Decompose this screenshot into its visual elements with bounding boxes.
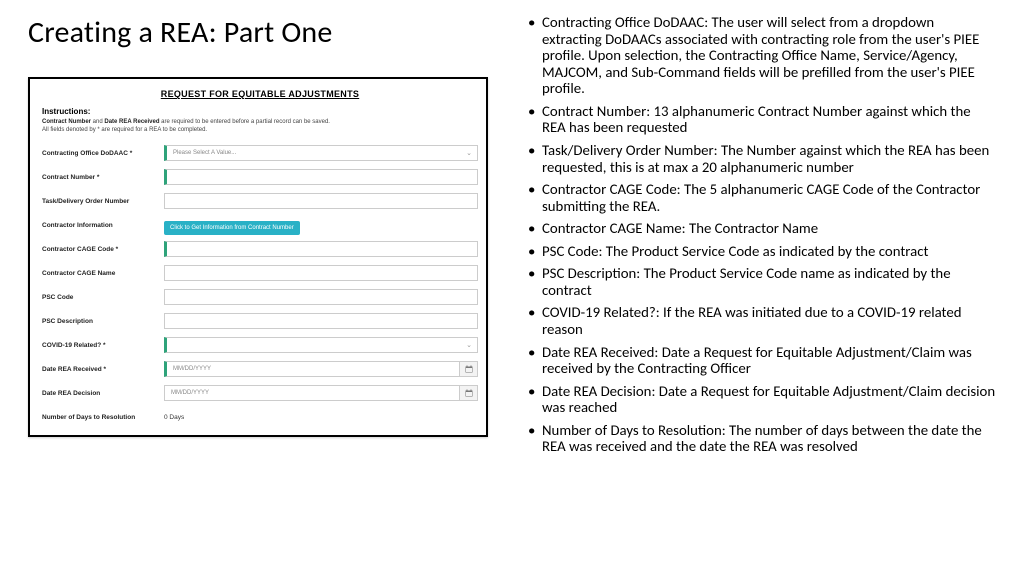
- bullet-list: Contracting Office DoDAAC: The user will…: [526, 14, 996, 455]
- list-item: PSC Code: The Product Service Code as in…: [526, 243, 996, 260]
- list-item: PSC Description: The Product Service Cod…: [526, 265, 996, 298]
- chevron-down-icon: ⌄: [466, 341, 472, 349]
- label-days: Number of Days to Resolution: [42, 414, 164, 421]
- instructions-label: Instructions:: [42, 107, 478, 116]
- page-title: Creating a REA: Part One: [28, 14, 498, 51]
- form-heading: REQUEST FOR EQUITABLE ADJUSTMENTS: [42, 89, 478, 99]
- input-psc[interactable]: [164, 289, 478, 305]
- list-item: Number of Days to Resolution: The number…: [526, 422, 996, 455]
- calendar-button-decision[interactable]: [460, 385, 478, 401]
- get-info-button[interactable]: Click to Get Information from Contract N…: [164, 221, 300, 235]
- list-item: Date REA Received: Date a Request for Eq…: [526, 344, 996, 377]
- input-task[interactable]: [164, 193, 478, 209]
- select-dodaac[interactable]: Please Select A Value...⌄: [164, 145, 478, 161]
- label-psc-desc: PSC Description: [42, 318, 164, 325]
- label-contractor-info: Contractor Information: [42, 222, 164, 229]
- label-contract: Contract Number *: [42, 174, 164, 181]
- chevron-down-icon: ⌄: [466, 149, 472, 157]
- list-item: COVID-19 Related?: If the REA was initia…: [526, 304, 996, 337]
- list-item: Contract Number: 13 alphanumeric Contrac…: [526, 103, 996, 136]
- input-cage[interactable]: [164, 241, 478, 257]
- label-date-decision: Date REA Decision: [42, 390, 164, 397]
- input-contract[interactable]: [164, 169, 478, 185]
- list-item: Task/Delivery Order Number: The Number a…: [526, 142, 996, 175]
- calendar-button-received[interactable]: [460, 361, 478, 377]
- form-screenshot: REQUEST FOR EQUITABLE ADJUSTMENTS Instru…: [28, 77, 488, 437]
- label-cage: Contractor CAGE Code *: [42, 246, 164, 253]
- input-psc-desc[interactable]: [164, 313, 478, 329]
- list-item: Contractor CAGE Code: The 5 alphanumeric…: [526, 181, 996, 214]
- label-cage-name: Contractor CAGE Name: [42, 270, 164, 277]
- list-item: Contractor CAGE Name: The Contractor Nam…: [526, 220, 996, 237]
- label-dodaac: Contracting Office DoDAAC *: [42, 150, 164, 157]
- label-date-received: Date REA Received *: [42, 366, 164, 373]
- input-date-decision[interactable]: MM/DD/YYYY: [164, 385, 460, 401]
- select-covid[interactable]: ⌄: [164, 337, 478, 353]
- instruction-line-2: All fields denoted by * are required for…: [42, 127, 478, 133]
- label-covid: COVID-19 Related? *: [42, 342, 164, 349]
- calendar-icon: [465, 389, 473, 397]
- instruction-line-1: Contract Number and Date REA Received ar…: [42, 119, 478, 125]
- label-task: Task/Delivery Order Number: [42, 198, 164, 205]
- input-cage-name[interactable]: [164, 265, 478, 281]
- input-date-received[interactable]: MM/DD/YYYY: [164, 361, 460, 377]
- list-item: Date REA Decision: Date a Request for Eq…: [526, 383, 996, 416]
- value-days: 0 Days: [164, 414, 478, 421]
- calendar-icon: [465, 365, 473, 373]
- list-item: Contracting Office DoDAAC: The user will…: [526, 14, 996, 97]
- label-psc: PSC Code: [42, 294, 164, 301]
